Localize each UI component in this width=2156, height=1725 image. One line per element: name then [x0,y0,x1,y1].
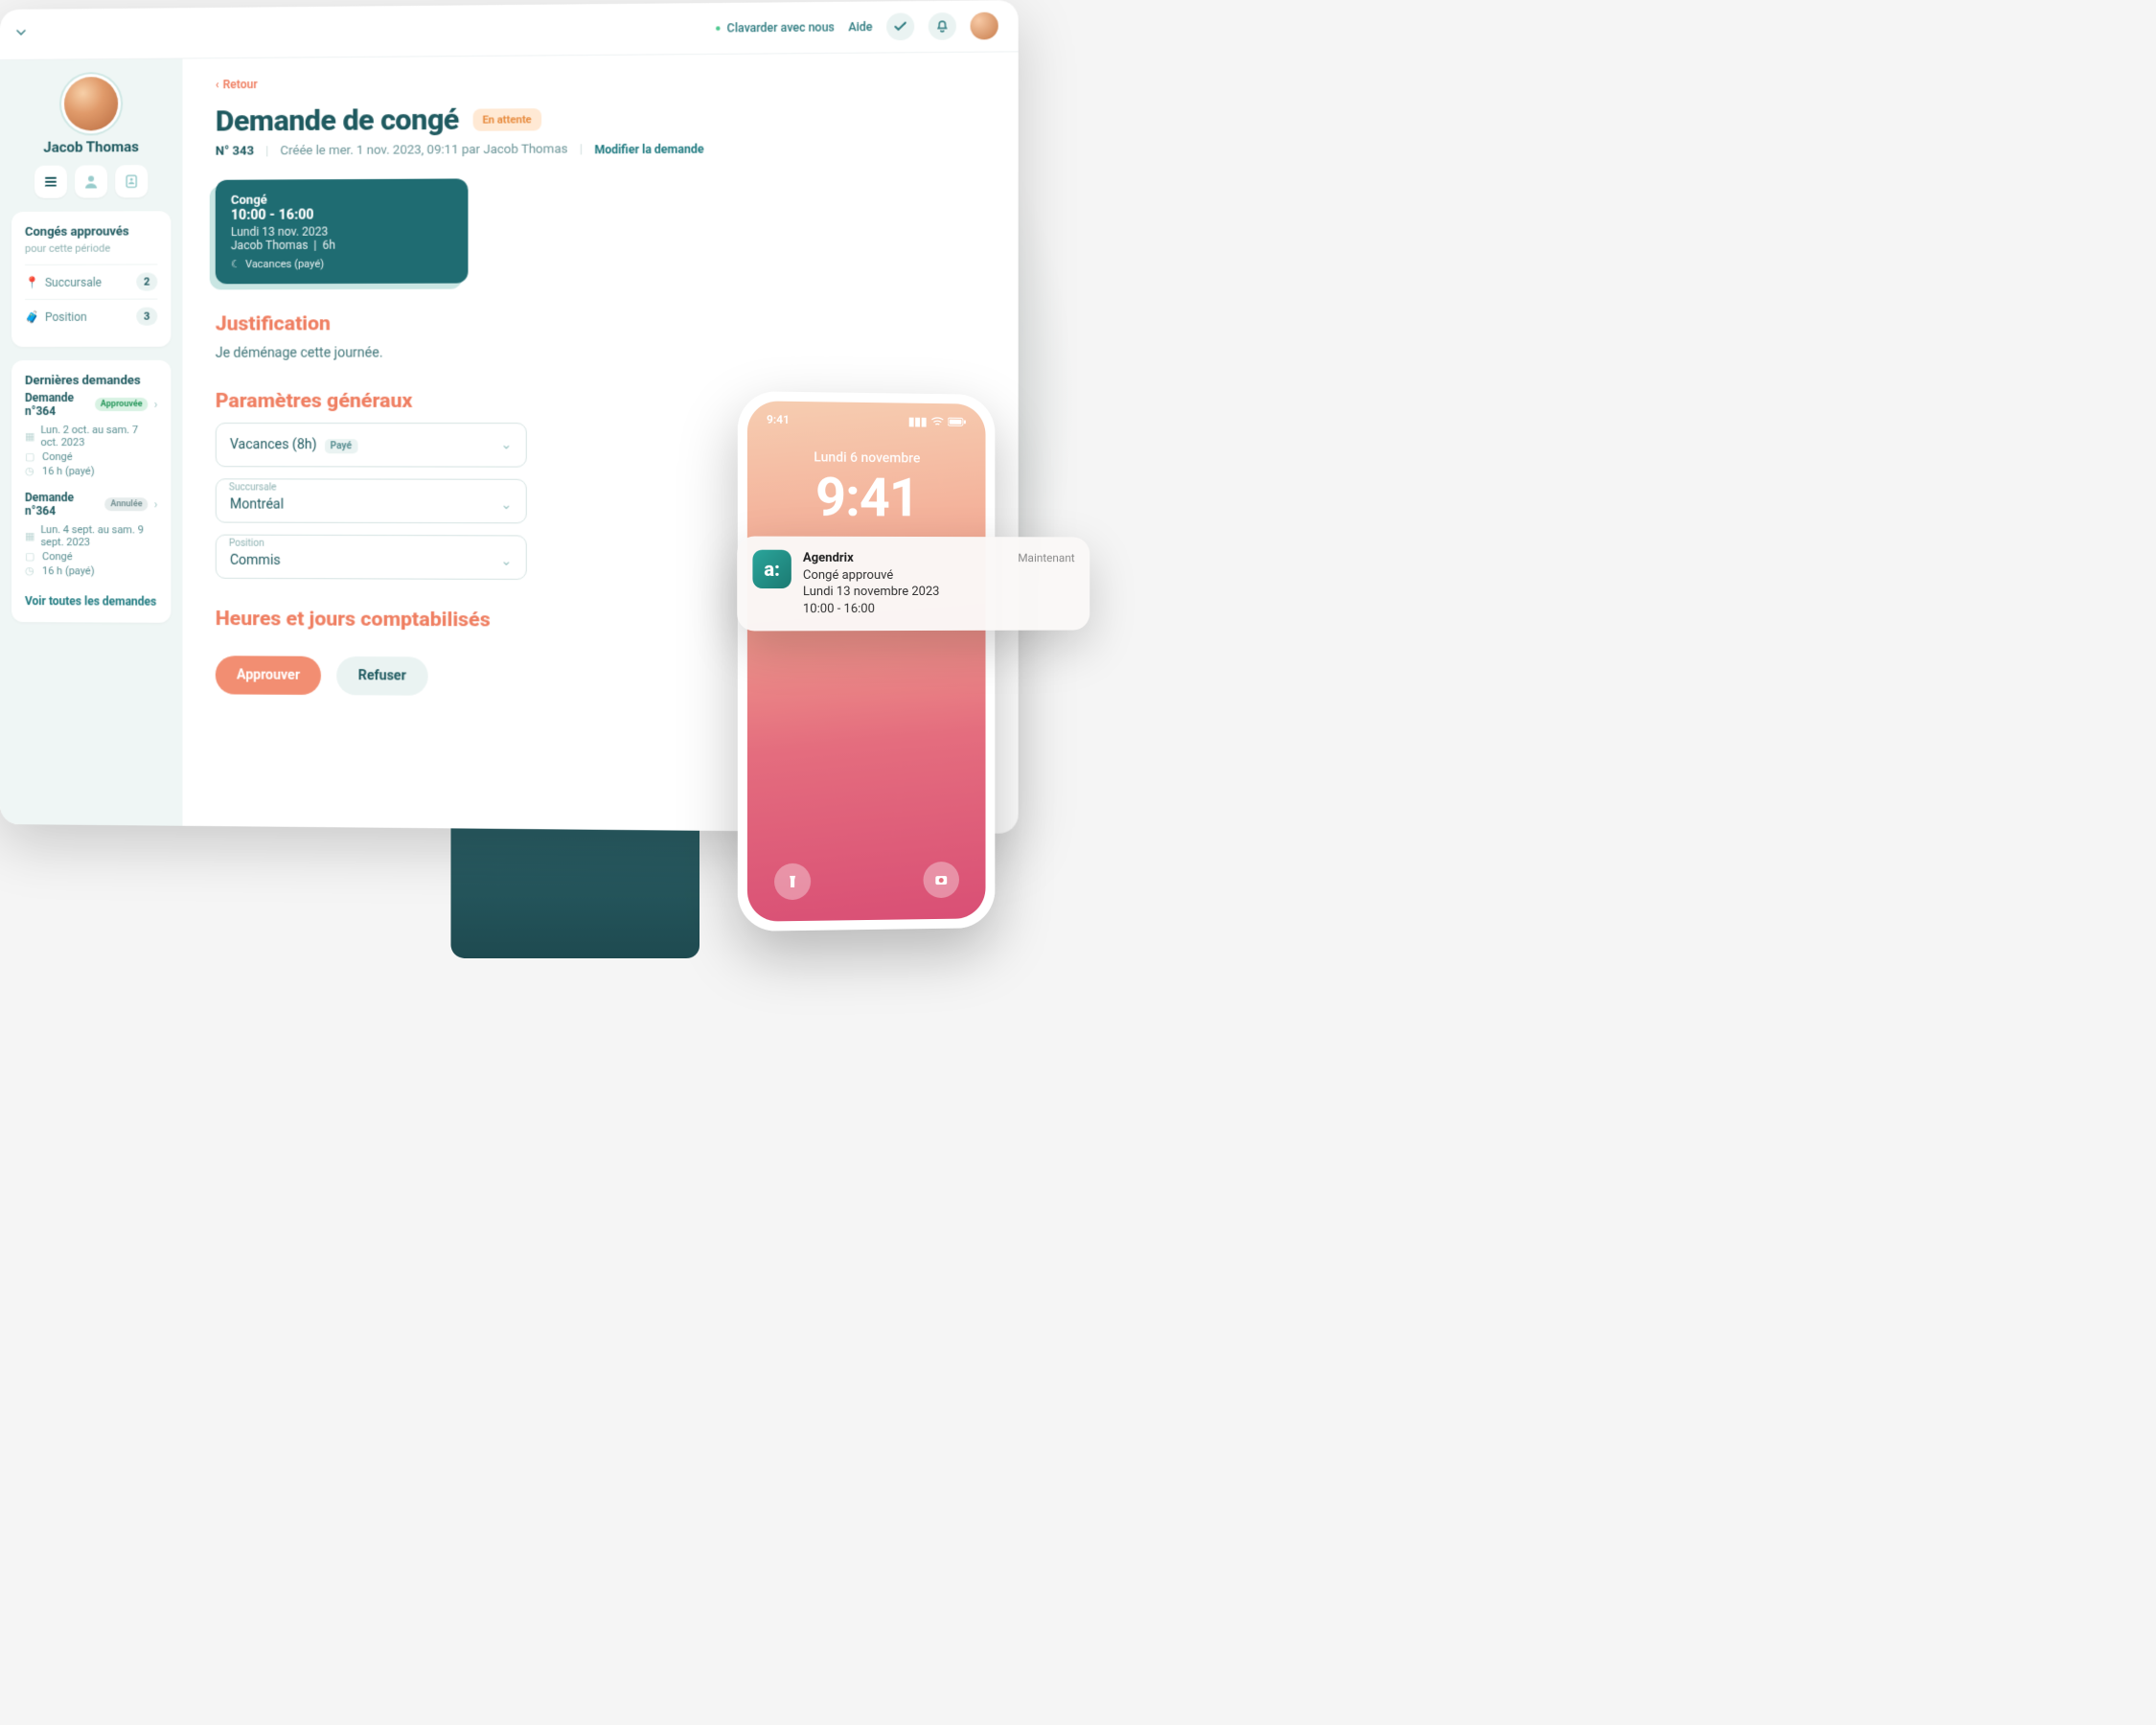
moon-icon: ☾ [231,258,241,270]
recent-requests-card: Dernières demandes Demande n°364 Approuv… [11,360,171,623]
justification-heading: Justification [216,311,984,336]
leave-summary-card: Congé 10:00 - 16:00 Lundi 13 nov. 2023 J… [216,178,469,284]
notification-line: 10:00 - 16:00 [803,600,1075,617]
pin-icon: 📍 [25,275,39,288]
briefcase-icon: 🧳 [25,310,39,323]
camera-icon[interactable] [923,862,958,898]
signal-icon: ▮▮▮ [908,415,928,428]
branch-label: Succursale [229,482,277,493]
status-badge: Approuvée [95,398,149,411]
chat-link[interactable]: Clavarder avec nous [715,20,835,34]
tag-icon: ▢ [25,550,36,563]
justification-text: Je déménage cette journée. [216,344,984,360]
check-icon[interactable] [886,12,914,40]
user-name: Jacob Thomas [11,138,171,156]
phone-lock-time: 9:41 [747,465,986,530]
phone-mockup: 9:41 ▮▮▮ Lundi 6 novembre 9:41 [738,391,996,932]
chevron-left-icon: ‹ [216,78,219,91]
back-button[interactable]: ‹ Retour [216,72,984,91]
recent-request-item[interactable]: Demande n°364 Annulée › ▦Lun. 4 sept. au… [25,491,157,578]
notification-line: Congé approuvé [803,566,1075,584]
sidebar-tab-list-icon[interactable] [34,166,67,198]
chevron-down-icon: ⌄ [500,554,512,569]
approved-leaves-card: Congés approuvés pour cette période 📍Suc… [11,211,171,347]
page-title: Demande de congé [216,104,459,139]
position-label: Position [229,539,264,549]
calendar-icon: ▦ [25,430,34,443]
user-avatar[interactable] [64,77,118,131]
approved-row-position[interactable]: 🧳Position 3 [25,299,157,334]
phone-lock-date: Lundi 6 novembre [747,449,986,468]
request-meta: N° 343 | Créée le mer. 1 nov. 2023, 09:1… [216,140,984,159]
recent-title: Dernières demandes [25,374,157,388]
sidebar-tab-person-icon[interactable] [75,165,107,197]
approve-button[interactable]: Approuver [216,656,321,695]
wifi-icon [930,417,944,426]
status-badge: Annulée [104,497,148,511]
recent-request-item[interactable]: Demande n°364 Approuvée › ▦Lun. 2 oct. a… [25,391,157,477]
sidebar: Jacob Thomas Congés approuvés pour cette… [0,58,183,826]
approved-title: Congés approuvés [25,224,157,240]
flashlight-icon[interactable] [774,863,811,901]
clock-icon: ◷ [25,465,36,477]
workspace-dropdown[interactable] [15,27,27,38]
app-icon: a: [752,549,791,587]
approved-row-branch[interactable]: 📍Succursale 2 [25,264,157,299]
bell-icon[interactable] [929,12,956,40]
chevron-down-icon: ⌄ [500,437,512,452]
chevron-right-icon: › [154,398,158,411]
clock-icon: ◷ [25,564,36,577]
battery-icon [948,417,967,426]
approved-count: 2 [136,272,157,290]
chevron-down-icon: ⌄ [500,497,512,513]
request-status-badge: En attente [472,108,541,131]
tag-icon: ▢ [25,450,36,463]
calendar-icon: ▦ [25,530,34,542]
push-notification[interactable]: a: Agendrix Maintenant Congé approuvé Lu… [737,536,1089,631]
top-bar: Clavarder avec nous Aide [0,0,1019,60]
phone-status-bar: 9:41 ▮▮▮ [747,401,986,428]
chevron-right-icon: › [154,497,158,511]
paid-badge: Payé [325,439,358,453]
edit-request-link[interactable]: Modifier la demande [594,142,703,156]
sidebar-tab-contacts-icon[interactable] [115,165,148,197]
notification-app-name: Agendrix [803,550,854,567]
current-user-avatar[interactable] [971,12,998,40]
notification-line: Lundi 13 novembre 2023 [803,584,1075,601]
phone-status-time: 9:41 [767,413,790,426]
sidebar-user-block: Jacob Thomas [11,77,171,198]
reject-button[interactable]: Refuser [336,656,427,696]
see-all-requests-link[interactable]: Voir toutes les demandes [25,594,156,609]
leave-type-select[interactable]: Vacances (8h)Payé ⌄ [216,423,527,468]
approved-subtitle: pour cette période [25,242,157,255]
phone-lockscreen: 9:41 ▮▮▮ Lundi 6 novembre 9:41 [747,401,986,922]
approved-count: 3 [136,308,157,326]
notification-timestamp: Maintenant [1018,550,1074,565]
help-link[interactable]: Aide [848,20,872,34]
